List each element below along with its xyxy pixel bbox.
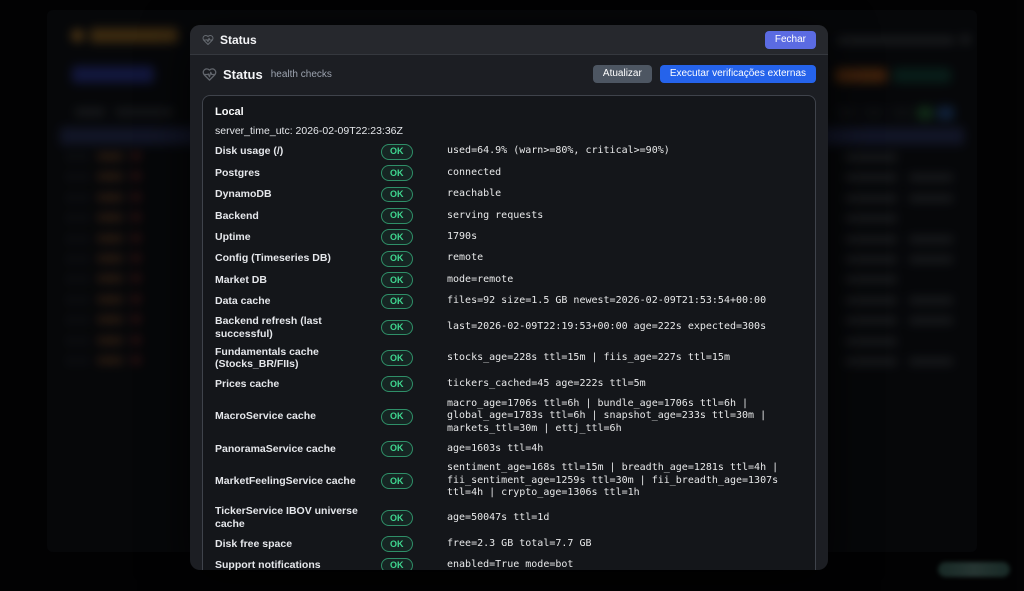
check-row: Backend refresh (last successful) OK las… bbox=[215, 312, 803, 343]
check-label: Uptime bbox=[215, 231, 381, 244]
status-badge: OK bbox=[381, 294, 413, 310]
status-badge: OK bbox=[381, 272, 413, 288]
status-badge: OK bbox=[381, 441, 413, 457]
heart-pulse-icon bbox=[202, 34, 214, 46]
check-label: Data cache bbox=[215, 295, 381, 308]
status-modal: Status Fechar Status health checks Atual… bbox=[190, 25, 828, 570]
page-title: Status bbox=[223, 67, 263, 82]
check-row: DynamoDB OK reachable bbox=[215, 184, 803, 205]
check-row: Market DB OK mode=remote bbox=[215, 269, 803, 290]
check-label: Backend bbox=[215, 210, 381, 223]
check-list: Disk usage (/) OK used=64.9% (warn>=80%,… bbox=[215, 141, 803, 570]
check-value: free=2.3 GB total=7.7 GB bbox=[437, 538, 803, 551]
check-label: DynamoDB bbox=[215, 188, 381, 201]
status-badge: OK bbox=[381, 229, 413, 245]
check-label: MacroService cache bbox=[215, 410, 381, 423]
check-row: Data cache OK files=92 size=1.5 GB newes… bbox=[215, 291, 803, 312]
check-value: mode=remote bbox=[437, 274, 803, 287]
check-row: Uptime OK 1790s bbox=[215, 227, 803, 248]
check-row: Prices cache OK tickers_cached=45 age=22… bbox=[215, 374, 803, 395]
status-badge: OK bbox=[381, 251, 413, 267]
check-value: macro_age=1706s ttl=6h | bundle_age=1706… bbox=[437, 398, 803, 436]
check-value: reachable bbox=[437, 188, 803, 201]
status-badge: OK bbox=[381, 187, 413, 203]
check-value: connected bbox=[437, 167, 803, 180]
background-floating-button bbox=[938, 562, 1010, 577]
check-label: Config (Timeseries DB) bbox=[215, 252, 381, 265]
screen: Status Fechar Status health checks Atual… bbox=[0, 0, 1024, 591]
check-label: Disk usage (/) bbox=[215, 145, 381, 158]
check-label: TickerService IBOV universe cache bbox=[215, 505, 381, 530]
check-row: Backend OK serving requests bbox=[215, 205, 803, 226]
check-value: files=92 size=1.5 GB newest=2026-02-09T2… bbox=[437, 295, 803, 308]
check-row: Support notifications OK enabled=True mo… bbox=[215, 555, 803, 570]
status-badge: OK bbox=[381, 320, 413, 336]
check-value: last=2026-02-09T22:19:53+00:00 age=222s … bbox=[437, 321, 803, 334]
check-label: Support notifications bbox=[215, 559, 381, 570]
page-subtitle: health checks bbox=[271, 69, 332, 80]
heart-pulse-icon bbox=[202, 67, 217, 82]
status-badge: OK bbox=[381, 376, 413, 392]
check-row: Config (Timeseries DB) OK remote bbox=[215, 248, 803, 269]
check-label: PanoramaService cache bbox=[215, 443, 381, 456]
status-badge: OK bbox=[381, 510, 413, 526]
server-time-text: server_time_utc: 2026-02-09T22:23:36Z bbox=[215, 125, 803, 137]
check-label: Postgres bbox=[215, 167, 381, 180]
modal-title: Status bbox=[220, 33, 257, 47]
check-label: Prices cache bbox=[215, 378, 381, 391]
check-value: age=50047s ttl=1d bbox=[437, 512, 803, 525]
status-badge: OK bbox=[381, 350, 413, 366]
status-badge: OK bbox=[381, 208, 413, 224]
check-value: remote bbox=[437, 252, 803, 265]
section-title: Local bbox=[215, 106, 803, 118]
status-badge: OK bbox=[381, 473, 413, 489]
check-row: Fundamentals cache (Stocks_BR/FIIs) OK s… bbox=[215, 343, 803, 374]
check-row: PanoramaService cache OK age=1603s ttl=4… bbox=[215, 438, 803, 459]
status-badge: OK bbox=[381, 165, 413, 181]
check-row: MarketFeelingService cache OK sentiment_… bbox=[215, 460, 803, 503]
check-value: tickers_cached=45 age=222s ttl=5m bbox=[437, 378, 803, 391]
check-row: TickerService IBOV universe cache OK age… bbox=[215, 503, 803, 534]
check-label: Market DB bbox=[215, 274, 381, 287]
status-badge: OK bbox=[381, 409, 413, 425]
check-label: Fundamentals cache (Stocks_BR/FIIs) bbox=[215, 346, 381, 371]
run-external-checks-button[interactable]: Executar verificações externas bbox=[660, 65, 816, 83]
status-badge: OK bbox=[381, 558, 413, 570]
modal-titlebar: Status Fechar bbox=[190, 25, 828, 55]
check-row: Disk usage (/) OK used=64.9% (warn>=80%,… bbox=[215, 141, 803, 162]
health-checks-panel[interactable]: Local server_time_utc: 2026-02-09T22:23:… bbox=[202, 95, 816, 570]
check-value: 1790s bbox=[437, 231, 803, 244]
check-label: Backend refresh (last successful) bbox=[215, 315, 381, 340]
check-value: enabled=True mode=bot bbox=[437, 559, 803, 570]
check-value: sentiment_age=168s ttl=15m | breadth_age… bbox=[437, 462, 803, 500]
check-label: MarketFeelingService cache bbox=[215, 475, 381, 488]
check-value: used=64.9% (warn>=80%, critical>=90%) bbox=[437, 145, 803, 158]
close-button[interactable]: Fechar bbox=[765, 31, 816, 49]
refresh-button[interactable]: Atualizar bbox=[593, 65, 652, 83]
check-row: Disk free space OK free=2.3 GB total=7.7… bbox=[215, 533, 803, 554]
modal-header: Status health checks Atualizar Executar … bbox=[190, 55, 828, 91]
check-row: Postgres OK connected bbox=[215, 162, 803, 183]
check-value: age=1603s ttl=4h bbox=[437, 443, 803, 456]
status-badge: OK bbox=[381, 144, 413, 160]
check-value: stocks_age=228s ttl=15m | fiis_age=227s … bbox=[437, 352, 803, 365]
check-value: serving requests bbox=[437, 210, 803, 223]
check-row: MacroService cache OK macro_age=1706s tt… bbox=[215, 395, 803, 438]
status-badge: OK bbox=[381, 536, 413, 552]
check-label: Disk free space bbox=[215, 538, 381, 551]
